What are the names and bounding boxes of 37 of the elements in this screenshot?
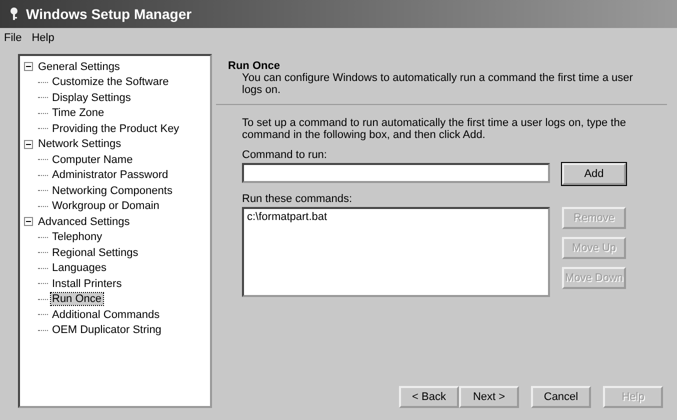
tree-item[interactable]: Time Zone [51,107,106,120]
wizard-button[interactable]: < Back [399,386,459,408]
tree-item[interactable]: Install Printers [51,278,123,290]
window-title: Windows Setup Manager [26,6,192,22]
tree-item[interactable]: Telephony [51,231,104,244]
tree-item[interactable]: OEM Duplicator String [51,324,162,336]
collapse-icon[interactable] [24,62,33,72]
command-label: Command to run: [242,149,328,161]
tree-item[interactable]: Providing the Product Key [51,122,180,135]
tree-item[interactable]: Administrator Password [51,169,170,182]
tree-item[interactable]: Regional Settings [51,246,140,259]
tree-item[interactable]: Computer Name [51,154,134,166]
tree-item[interactable]: Languages [51,262,108,274]
tree-item[interactable]: General Settings [37,60,121,73]
collapse-icon[interactable] [24,140,33,149]
tree-item[interactable]: Networking Components [51,184,174,197]
menu-item[interactable]: File [4,32,22,44]
tree-item[interactable]: Customize the Software [51,76,170,88]
commands-list[interactable]: c:\formatpart.bat [242,207,550,297]
commands-label: Run these commands: [242,193,354,205]
wizard-button[interactable]: Cancel [531,386,591,408]
key-icon [8,7,20,21]
tree-item[interactable]: Run Once [51,293,103,306]
tree-item[interactable]: Additional Commands [51,308,161,321]
page-title: Run Once [228,60,281,72]
wizard-button[interactable]: Next > [459,386,519,408]
tree-item[interactable]: Display Settings [51,92,132,104]
command-field[interactable] [242,163,550,183]
tree-item[interactable]: Advanced Settings [37,216,131,228]
instructions-text: To set up a command to run automatically the first time a user logs on, type the command in the following box, and then click Add. [242,117,627,141]
add-button[interactable]: Add [562,163,626,185]
page-description: You can configure Windows to automatically run a command the first time a user logs on. [241,72,634,96]
menu-item[interactable]: Help [32,32,54,44]
tree-item[interactable]: Workgroup or Domain [51,200,160,212]
list-item[interactable]: c:\formatpart.bat [247,211,545,223]
tree-item[interactable]: Network Settings [37,138,122,150]
collapse-icon[interactable] [24,217,33,226]
